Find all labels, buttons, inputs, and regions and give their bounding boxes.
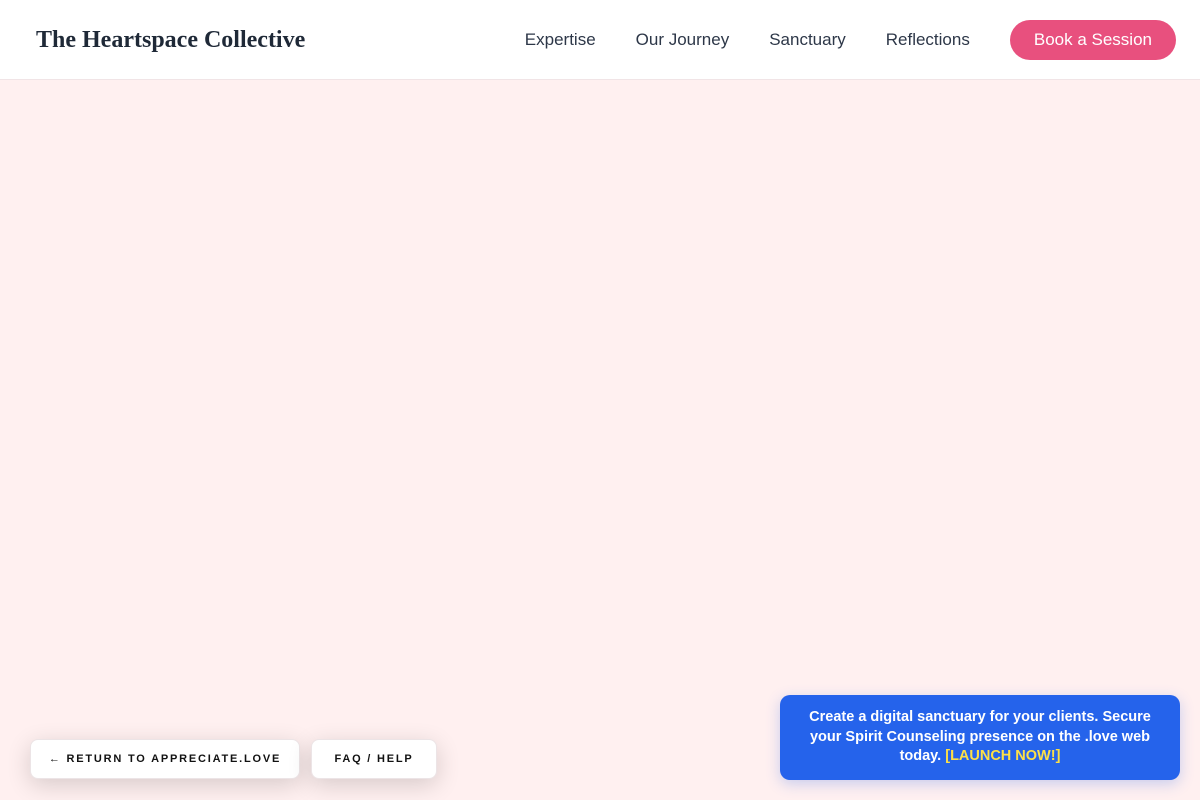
nav-link-sanctuary[interactable]: Sanctuary	[769, 30, 846, 50]
nav-link-expertise[interactable]: Expertise	[525, 30, 596, 50]
promo-banner: Create a digital sanctuary for your clie…	[780, 695, 1180, 780]
nav-link-our-journey[interactable]: Our Journey	[636, 30, 730, 50]
nav-link-reflections[interactable]: Reflections	[886, 30, 970, 50]
launch-now-link[interactable]: [LAUNCH NOW!]	[945, 748, 1060, 764]
main-nav: Expertise Our Journey Sanctuary Reflecti…	[525, 20, 1176, 60]
return-to-appreciate-love-button[interactable]: ← RETURN TO APPRECIATE.LOVE	[30, 739, 300, 779]
faq-help-button[interactable]: FAQ / HELP	[311, 739, 437, 779]
book-session-button[interactable]: Book a Session	[1009, 20, 1176, 60]
top-navigation-bar: The Heartspace Collective Expertise Our …	[0, 0, 1200, 80]
brand-logo-text[interactable]: The Heartspace Collective	[36, 25, 305, 55]
